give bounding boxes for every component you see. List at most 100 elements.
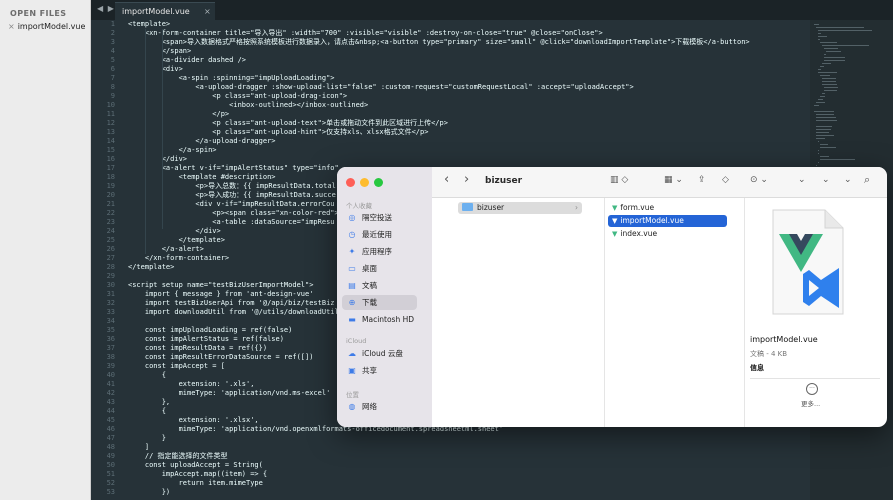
line-number: 3 <box>110 38 115 46</box>
line-number: 31 <box>106 290 115 298</box>
line-number: 4 <box>110 47 115 55</box>
code-line[interactable]: <span>导入数据格式严格按照系统模板进行数据录入，请点击&nbsp;<a-b… <box>128 38 808 47</box>
line-number: 25 <box>106 236 115 244</box>
code-line[interactable]: </div> <box>128 155 808 164</box>
code-line[interactable]: } <box>128 434 808 443</box>
open-file-item[interactable]: × importModel.vue <box>0 18 90 31</box>
more-icon[interactable]: ··· <box>806 383 818 395</box>
action-menu-icon[interactable]: ⊙ ⌄ <box>750 175 768 185</box>
view-mode-icon[interactable]: ▥ ◇ <box>610 175 628 185</box>
minimize-window-button[interactable] <box>360 178 369 187</box>
code-line[interactable]: }) <box>128 488 808 497</box>
minimap-line <box>818 150 819 151</box>
more-button[interactable]: 更多... <box>801 398 820 408</box>
finder-sidebar-item[interactable]: ▬ Macintosh HD <box>342 312 417 327</box>
minimap-line <box>816 129 831 130</box>
file-form-vue[interactable]: ▼ form.vue <box>608 202 654 214</box>
finder-sidebar-item[interactable]: ◍ 网络 <box>342 399 417 414</box>
minimap-line <box>820 156 829 157</box>
code-line[interactable]: ] <box>128 443 808 452</box>
file-index-vue[interactable]: ▼ index.vue <box>608 228 657 240</box>
line-number: 51 <box>106 470 115 478</box>
dropdown-icon[interactable]: ⌄ <box>822 175 830 185</box>
recents-icon: ◷ <box>348 230 356 239</box>
preview-pane: importModel.vue 文稿 - 4 KB 信息 ··· 更多... <box>744 198 887 427</box>
line-number: 32 <box>106 299 115 307</box>
forward-button[interactable]: › <box>464 172 469 187</box>
code-line[interactable]: return item.mimeType <box>128 479 808 488</box>
code-line[interactable]: </span> <box>128 47 808 56</box>
group-icon[interactable]: ▦ ⌄ <box>664 175 683 185</box>
dropdown-icon[interactable]: ⌄ <box>798 175 806 185</box>
finder-sidebar-item[interactable]: ☁ iCloud 云盘 <box>342 346 417 361</box>
share-icon[interactable]: ⇪ <box>698 175 706 185</box>
minimap-line <box>818 69 821 70</box>
folder-bizuser[interactable]: bizuser › <box>458 202 582 214</box>
finder-column-2: ▼ form.vue ▼ importModel.vue ▼ index.vue <box>604 198 745 427</box>
finder-sidebar-item[interactable]: ▣ 共享 <box>342 363 417 378</box>
finder-sidebar-label: 共享 <box>362 366 377 375</box>
zoom-window-button[interactable] <box>374 178 383 187</box>
tag-icon[interactable]: ◇ <box>722 175 729 185</box>
code-line[interactable]: <a-upload-dragger :show-upload-list="fal… <box>128 83 808 92</box>
close-file-icon[interactable]: × <box>8 22 15 31</box>
code-line[interactable]: </a-spin> <box>128 146 808 155</box>
code-line[interactable]: </p> <box>128 110 808 119</box>
tab-import-model[interactable]: importModel.vue × <box>115 2 215 21</box>
line-number: 29 <box>106 272 115 280</box>
finder-sidebar-item[interactable]: ▭ 桌面 <box>342 261 417 276</box>
code-line[interactable]: <p class="ant-upload-text">单击或拖动文件到此区域进行… <box>128 119 808 128</box>
finder-sidebar-label: 文稿 <box>362 281 377 290</box>
file-label: form.vue <box>620 203 655 212</box>
code-line[interactable]: const uploadAccept = String( <box>128 461 808 470</box>
line-number: 39 <box>106 362 115 370</box>
open-file-label: importModel.vue <box>17 22 86 31</box>
minimap-line <box>814 111 834 112</box>
divider <box>750 378 880 379</box>
code-line[interactable]: <xn-form-container title="导入导出" :width="… <box>128 29 808 38</box>
tab-close-icon[interactable]: × <box>204 7 211 16</box>
finder-sidebar-item[interactable]: ✦ 应用程序 <box>342 244 417 259</box>
vue-file-icon: ▼ <box>612 230 618 238</box>
code-line[interactable]: impAccept.map((item) => { <box>128 470 808 479</box>
locations-group-label: 位置 <box>346 391 359 399</box>
line-number: 6 <box>110 65 115 73</box>
code-line[interactable]: <div> <box>128 65 808 74</box>
minimap-line <box>816 132 830 133</box>
minimap-line <box>818 99 823 100</box>
code-line[interactable]: <template> <box>128 20 808 29</box>
back-button[interactable]: ‹ <box>444 172 449 187</box>
code-line[interactable]: </a-upload-dragger> <box>128 137 808 146</box>
finder-sidebar-label: iCloud 云盘 <box>362 349 403 358</box>
code-line[interactable]: // 指定能选择的文件类型 <box>128 452 808 461</box>
finder-sidebar-item[interactable]: ▤ 文稿 <box>342 278 417 293</box>
vue-file-icon: ▼ <box>612 217 618 225</box>
minimap-line <box>824 60 845 61</box>
line-number: 46 <box>106 425 115 433</box>
finder-sidebar-item[interactable]: ◎ 隔空投送 <box>342 210 417 225</box>
code-line[interactable]: <a-divider dashed /> <box>128 56 808 65</box>
finder-column-1: bizuser › <box>454 198 605 427</box>
code-line[interactable]: <inbox-outlined></inbox-outlined> <box>128 101 808 110</box>
more-dropdown-icon[interactable]: ⌄ <box>844 175 852 185</box>
line-number: 50 <box>106 461 115 469</box>
finder-sidebar-item[interactable]: ⊕ 下载 <box>342 295 417 310</box>
line-number: 53 <box>106 488 115 496</box>
line-number: 47 <box>106 434 115 442</box>
chevron-right-icon: › <box>575 203 578 212</box>
line-number: 15 <box>106 146 115 154</box>
code-line[interactable]: <a-spin :spinning="impUploadLoading"> <box>128 74 808 83</box>
code-line[interactable]: <p class="ant-upload-hint">仅支持xls、xlsx格式… <box>128 128 808 137</box>
minimap-line <box>824 54 826 55</box>
minimap-line <box>820 144 829 145</box>
tab-nav-arrows-icon[interactable]: ◀ ▶ <box>97 4 115 13</box>
code-line[interactable]: <p class="ant-upload-drag-icon"> <box>128 92 808 101</box>
line-number: 41 <box>106 380 115 388</box>
window-title: bizuser <box>485 176 523 186</box>
close-window-button[interactable] <box>346 178 355 187</box>
search-icon[interactable]: ⌕ <box>864 173 870 187</box>
line-number: 42 <box>106 389 115 397</box>
line-number: 35 <box>106 326 115 334</box>
finder-sidebar-item[interactable]: ◷ 最近使用 <box>342 227 417 242</box>
file-import-model-vue[interactable]: ▼ importModel.vue <box>608 215 727 227</box>
